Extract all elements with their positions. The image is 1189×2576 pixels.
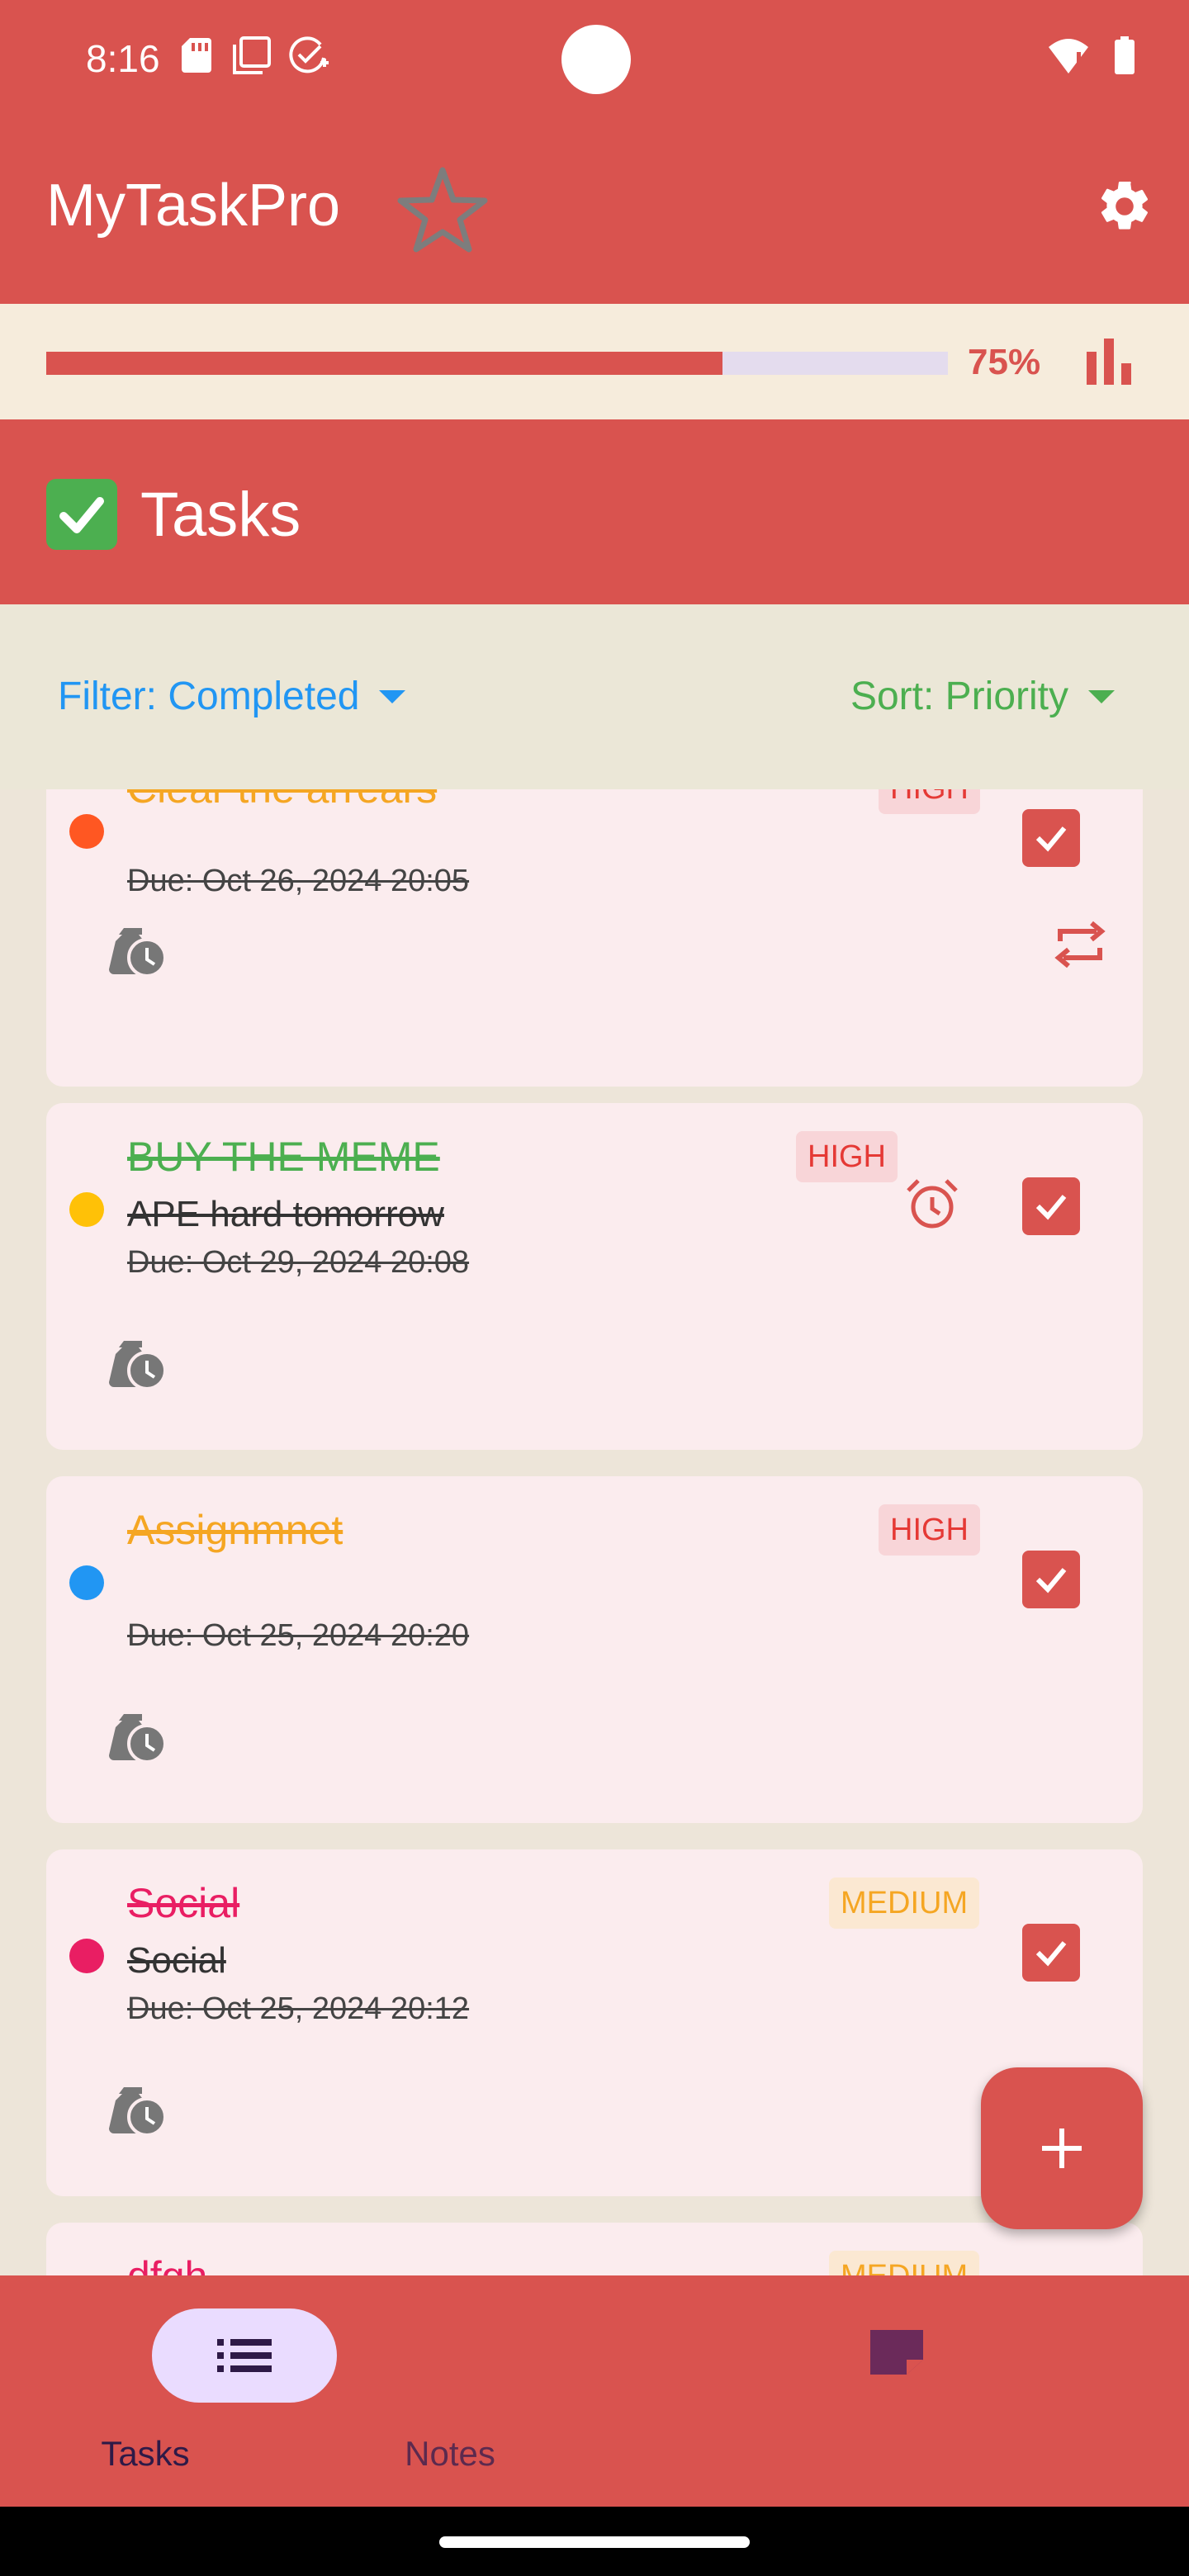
sort-dropdown[interactable]: Sort: Priority (850, 674, 1116, 719)
system-gesture-bar (0, 2507, 1189, 2576)
timer-icon (109, 1341, 167, 1390)
task-color-dot (69, 814, 104, 849)
task-title: Assignmnet (127, 1507, 343, 1553)
task-due-date: Due: Oct 25, 2024 20:12 (127, 1991, 470, 2026)
priority-badge: HIGH (879, 789, 980, 814)
task-checkbox[interactable] (1022, 1551, 1080, 1608)
task-checkbox[interactable] (1022, 1177, 1080, 1235)
check-mark-icon (46, 479, 117, 550)
task-description: Social (127, 1940, 226, 1981)
bottom-navigation: Tasks Notes (0, 2275, 1189, 2507)
task-checkbox[interactable] (1022, 809, 1080, 867)
task-title: dfgh (127, 2252, 207, 2275)
section-header: Tasks (0, 419, 1189, 604)
task-checkbox[interactable] (1022, 1924, 1080, 1982)
task-card[interactable]: dfgh MEDIUM (46, 2223, 1143, 2275)
repeat-icon (1054, 921, 1106, 968)
app-title: MyTaskPro (46, 173, 341, 239)
task-list[interactable]: Clear the arrears HIGH Due: Oct 26, 2024… (0, 789, 1189, 2275)
task-title: BUY THE MEME (127, 1134, 440, 1180)
dropdown-arrow-icon (379, 689, 406, 703)
filter-bar: Filter: Completed Sort: Priority (0, 604, 1189, 789)
task-title: Social (127, 1880, 240, 1926)
home-gesture-handle[interactable] (439, 2536, 750, 2548)
bar-chart-icon[interactable] (1083, 337, 1135, 388)
progress-bar-fill (46, 352, 722, 375)
task-check-icon (289, 36, 329, 73)
status-time: 8:16 (86, 37, 160, 80)
task-card[interactable]: Assignmnet Due: Oct 25, 2024 20:20 HIGH (46, 1476, 1143, 1823)
camera-cutout (561, 25, 631, 94)
note-icon (870, 2330, 923, 2375)
progress-percent: 75% (968, 342, 1041, 382)
priority-badge: MEDIUM (829, 1878, 980, 1929)
priority-badge: HIGH (879, 1504, 980, 1556)
nav-tab-notes[interactable]: Notes (0, 2275, 923, 2507)
task-due-date: Due: Oct 25, 2024 20:20 (127, 1618, 470, 1653)
filter-dropdown[interactable]: Filter: Completed (58, 674, 407, 719)
task-color-dot (69, 1939, 104, 1973)
gear-icon[interactable] (1095, 177, 1154, 236)
status-icons-right (1047, 36, 1136, 76)
sort-label: Sort: Priority (850, 675, 1068, 718)
star-icon[interactable] (395, 163, 490, 256)
timer-icon (109, 928, 167, 978)
section-title: Tasks (140, 480, 301, 550)
task-card[interactable]: BUY THE MEME APE hard tomorrow Due: Oct … (46, 1103, 1143, 1450)
app-bar: MyTaskPro (0, 124, 1189, 304)
sd-card-icon (182, 38, 211, 73)
task-color-dot (69, 1192, 104, 1227)
timer-icon (109, 2087, 167, 2137)
task-due-date: Due: Oct 26, 2024 20:05 (127, 864, 470, 898)
add-task-button[interactable] (981, 2067, 1143, 2229)
progress-panel: 75% (0, 304, 1189, 419)
nav-label-notes: Notes (405, 2434, 495, 2473)
plus-icon (1042, 2129, 1082, 2168)
alarm-icon[interactable] (903, 1176, 961, 1234)
screenshot-icon (233, 36, 271, 74)
task-due-date: Due: Oct 29, 2024 20:08 (127, 1245, 470, 1280)
priority-badge: HIGH (796, 1131, 898, 1182)
timer-icon (109, 1714, 167, 1764)
task-card[interactable]: Clear the arrears HIGH Due: Oct 26, 2024… (46, 789, 1143, 1087)
status-bar: 8:16 (0, 0, 1189, 124)
task-color-dot (69, 1565, 104, 1600)
filter-label: Filter: Completed (58, 675, 360, 718)
status-icons-left (180, 36, 330, 74)
wifi-alert-icon (1049, 39, 1088, 73)
task-title: Clear the arrears (127, 789, 437, 812)
priority-badge: MEDIUM (829, 2251, 980, 2275)
task-description: APE hard tomorrow (127, 1194, 444, 1234)
progress-bar (46, 352, 948, 375)
task-card[interactable]: Social Social Due: Oct 25, 2024 20:12 ME… (46, 1849, 1143, 2196)
dropdown-arrow-icon (1088, 689, 1115, 703)
battery-icon (1115, 36, 1135, 74)
